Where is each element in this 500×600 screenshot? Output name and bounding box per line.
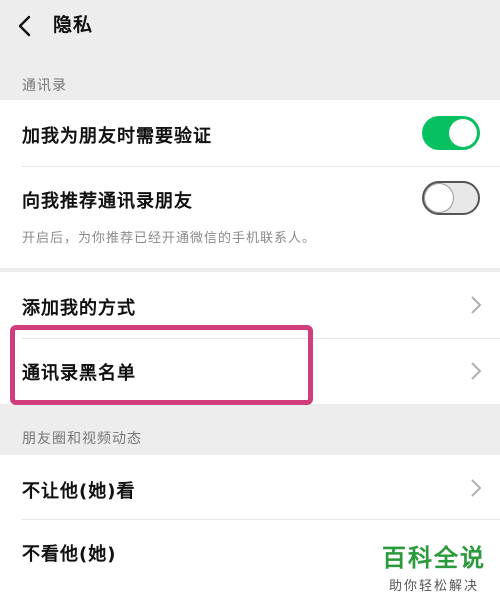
title-bar: 隐私	[0, 0, 500, 62]
row-label: 添加我的方式	[22, 298, 136, 319]
chevron-right-icon	[471, 479, 482, 497]
row-label: 不让他(她)看	[22, 481, 136, 502]
row-hide-moments[interactable]: 不让他(她)看	[0, 455, 500, 519]
watermark-subtitle: 助你轻松解决	[388, 579, 479, 594]
row-label: 通讯录黑名单	[22, 363, 136, 384]
row-contacts-blacklist[interactable]: 通讯录黑名单	[0, 339, 500, 404]
page-title: 隐私	[53, 14, 94, 36]
section-header-moments: 朋友圈和视频动态	[22, 431, 142, 447]
contacts-settings-group: 加我为朋友时需要验证 向我推荐通讯录朋友 开启后，为你推荐已经开通微信的手机联系…	[0, 100, 500, 268]
chevron-right-icon	[471, 362, 482, 380]
toggle-knob	[449, 119, 477, 147]
row-description: 开启后，为你推荐已经开通微信的手机联系人。	[22, 231, 317, 246]
row-label: 加我为朋友时需要验证	[22, 126, 212, 147]
recommend-toggle[interactable]	[422, 181, 480, 215]
row-recommend-contacts[interactable]: 向我推荐通讯录朋友 开启后，为你推荐已经开通微信的手机联系人。	[0, 167, 500, 268]
row-label: 不看他(她)	[22, 544, 117, 565]
watermark-title: 百科全说	[382, 544, 486, 572]
verification-toggle[interactable]	[422, 116, 480, 150]
chevron-right-icon	[471, 296, 482, 314]
row-label: 向我推荐通讯录朋友	[22, 191, 193, 212]
row-require-verification[interactable]: 加我为朋友时需要验证	[0, 100, 500, 166]
contacts-nav-group: 添加我的方式 通讯录黑名单	[0, 272, 500, 404]
watermark-logo: 百科全说 助你轻松解决	[382, 538, 486, 594]
toggle-knob	[425, 184, 453, 212]
row-add-methods[interactable]: 添加我的方式	[0, 272, 500, 338]
section-header-contacts: 通讯录	[22, 78, 67, 94]
back-arrow-icon[interactable]	[14, 14, 38, 38]
